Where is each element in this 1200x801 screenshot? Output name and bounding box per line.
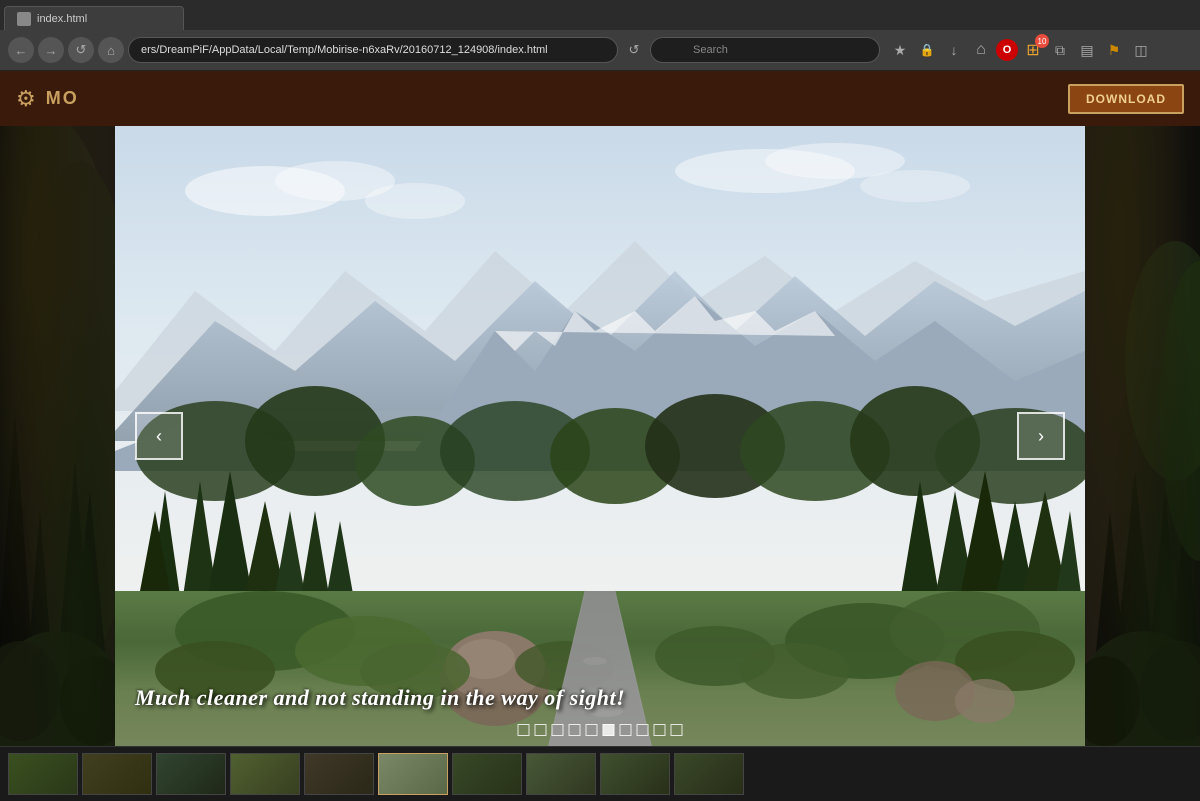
slide-caption: Much cleaner and not standing in the way… xyxy=(115,685,1085,711)
lock-button[interactable]: 🔒 xyxy=(915,38,939,62)
opera-icon: O xyxy=(1003,44,1012,56)
toolbar-icons: ★ 🔒 ↓ ⌂ O ⊞ 10 ⧉ ▤ xyxy=(888,38,1153,62)
home-btn2[interactable]: ⌂ xyxy=(969,38,993,62)
slide-dot-10[interactable] xyxy=(671,724,683,736)
thumb-6[interactable] xyxy=(378,753,448,795)
lock-icon: 🔒 xyxy=(920,43,935,57)
prev-arrow-icon: ‹ xyxy=(156,426,162,447)
opera-button[interactable]: O xyxy=(996,39,1018,61)
thumb-10[interactable] xyxy=(674,753,744,795)
browser-toolbar: ← → ↺ ⌂ ers/DreamPiF/AppData/Local/Temp/… xyxy=(0,30,1200,70)
refresh-icon: ↺ xyxy=(76,42,87,58)
slide-dot-5[interactable] xyxy=(586,724,598,736)
browser-tabs: index.html xyxy=(0,0,1200,30)
menu-button[interactable]: ▤ xyxy=(1075,38,1099,62)
app-gear-icon: ⚙ xyxy=(16,86,36,112)
thumb-1[interactable] xyxy=(8,753,78,795)
flag-button[interactable]: ⚑ xyxy=(1102,38,1126,62)
menu-icon: ▤ xyxy=(1080,42,1093,59)
download-button[interactable]: ↓ xyxy=(942,38,966,62)
side-panel-bg-right xyxy=(1085,126,1200,746)
thumb-7[interactable] xyxy=(452,753,522,795)
home-icon2: ⌂ xyxy=(976,41,986,59)
slide-dot-1[interactable] xyxy=(518,724,530,736)
thumb-3[interactable] xyxy=(156,753,226,795)
slide-caption-text: Much cleaner and not standing in the way… xyxy=(135,685,625,710)
app-title: MO xyxy=(46,88,79,109)
home-icon: ⌂ xyxy=(107,43,115,58)
slide-dot-3[interactable] xyxy=(552,724,564,736)
browser-tab-active[interactable]: index.html xyxy=(4,6,184,30)
forward-icon: → xyxy=(45,43,58,58)
app-header: ⚙ MO DOWNLOAD xyxy=(0,71,1200,126)
app-header-right: DOWNLOAD xyxy=(1068,84,1184,114)
tab-label: index.html xyxy=(37,13,87,25)
star-icon: ★ xyxy=(894,42,907,59)
slider-container: ‹ › Much cleaner and not standing in the… xyxy=(115,126,1085,746)
refresh-button[interactable]: ↺ xyxy=(68,37,94,63)
notifications-button[interactable]: ⊞ 10 xyxy=(1021,38,1045,62)
back-button[interactable]: ← xyxy=(8,37,34,63)
browser-chrome: index.html ← → ↺ ⌂ ers/DreamPiF/AppData/… xyxy=(0,0,1200,71)
main-area: ‹ › Much cleaner and not standing in the… xyxy=(0,126,1200,746)
download-icon: ↓ xyxy=(951,42,958,58)
slide-dot-7[interactable] xyxy=(620,724,632,736)
thumb-5[interactable] xyxy=(304,753,374,795)
search-bar[interactable]: Search xyxy=(650,37,880,63)
thumb-8[interactable] xyxy=(526,753,596,795)
mountain-scene-svg xyxy=(115,126,1085,746)
app-logo: ⚙ MO xyxy=(16,86,79,112)
thumb-9[interactable] xyxy=(600,753,670,795)
bookmark-button[interactable]: ★ xyxy=(888,38,912,62)
back-icon: ← xyxy=(15,43,28,58)
right-forest-svg xyxy=(1085,126,1200,746)
next-slide-button[interactable]: › xyxy=(1017,412,1065,460)
side-panel-right xyxy=(1085,126,1200,746)
url-bar[interactable]: ers/DreamPiF/AppData/Local/Temp/Mobirise… xyxy=(128,37,618,63)
slide-dot-2[interactable] xyxy=(535,724,547,736)
search-bar-wrapper: 🔍 Search xyxy=(650,37,880,63)
side-panel-bg-left xyxy=(0,126,115,746)
slide-dot-4[interactable] xyxy=(569,724,581,736)
home-button[interactable]: ⌂ xyxy=(98,37,124,63)
sidebar-toggle[interactable]: ◫ xyxy=(1129,38,1153,62)
slide-dot-6[interactable] xyxy=(603,724,615,736)
notification-badge: 10 xyxy=(1035,34,1049,48)
flag-icon: ⚑ xyxy=(1108,42,1121,59)
tab-favicon xyxy=(17,12,31,26)
reload-icon-btn[interactable]: ↺ xyxy=(622,38,646,62)
left-forest-svg xyxy=(0,126,115,746)
app-content: ⚙ MO DOWNLOAD xyxy=(0,71,1200,801)
puzzle-icon: ⧉ xyxy=(1055,42,1065,59)
sidebar-icon: ◫ xyxy=(1134,42,1147,59)
side-panel-left xyxy=(0,126,115,746)
thumb-2[interactable] xyxy=(82,753,152,795)
prev-slide-button[interactable]: ‹ xyxy=(135,412,183,460)
next-arrow-icon: › xyxy=(1038,426,1044,447)
slide-dot-8[interactable] xyxy=(637,724,649,736)
search-placeholder: Search xyxy=(693,44,728,56)
bottom-area xyxy=(0,746,1200,801)
url-text: ers/DreamPiF/AppData/Local/Temp/Mobirise… xyxy=(141,44,548,56)
download-button-app[interactable]: DOWNLOAD xyxy=(1068,84,1184,114)
slide-dot-9[interactable] xyxy=(654,724,666,736)
extensions-button[interactable]: ⧉ xyxy=(1048,38,1072,62)
reload-icon: ↺ xyxy=(629,42,640,58)
forward-button[interactable]: → xyxy=(38,37,64,63)
slide-indicators xyxy=(518,724,683,736)
thumb-4[interactable] xyxy=(230,753,300,795)
